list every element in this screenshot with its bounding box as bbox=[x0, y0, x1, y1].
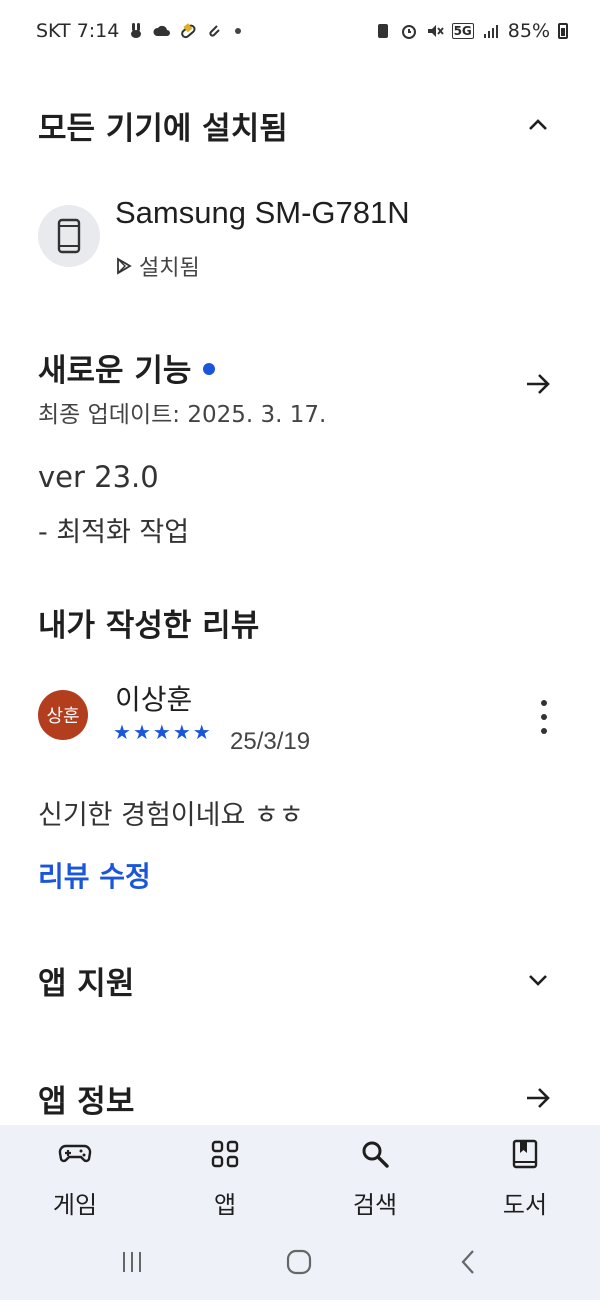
gamepad-icon bbox=[58, 1144, 92, 1163]
nav-label-search: 검색 bbox=[352, 1191, 398, 1219]
clip-icon bbox=[209, 25, 221, 37]
more-options-icon[interactable] bbox=[534, 700, 554, 734]
release-note: - 최적화 작업 bbox=[38, 517, 190, 548]
network-type: 5G bbox=[451, 23, 474, 39]
nav-label-books: 도서 bbox=[502, 1191, 548, 1219]
cloud-icon bbox=[153, 25, 171, 36]
star-icon: ★ bbox=[132, 720, 151, 744]
nav-label-apps: 앱 bbox=[213, 1191, 237, 1219]
rabbit-icon bbox=[131, 23, 142, 38]
new-indicator-dot bbox=[203, 362, 216, 375]
nav-item-games[interactable]: 게임 bbox=[15, 1135, 135, 1220]
battery-icon bbox=[558, 23, 568, 39]
apps-grid-icon bbox=[211, 1140, 239, 1168]
back-icon bbox=[461, 1250, 474, 1274]
review-text: 신기한 경험이네요 ㅎㅎ bbox=[38, 800, 304, 831]
device-name: Samsung SM-G781N bbox=[115, 195, 410, 230]
status-bar: SKT 7:14 5G 85% bbox=[0, 0, 600, 64]
reviewer-avatar: 상훈 bbox=[38, 690, 88, 740]
whats-new-label: 새로운 기능 bbox=[38, 353, 192, 389]
battery-percent: 85% bbox=[507, 20, 550, 42]
recent-apps-button[interactable] bbox=[112, 1245, 152, 1279]
nav-item-search[interactable]: 검색 bbox=[315, 1135, 435, 1220]
system-navigation bbox=[0, 1245, 600, 1285]
installed-section-title: 모든 기기에 설치됨 bbox=[38, 111, 288, 147]
search-icon bbox=[362, 1141, 389, 1168]
nav-item-apps[interactable]: 앱 bbox=[165, 1135, 285, 1220]
reviewer-name: 이상훈 bbox=[115, 683, 193, 716]
star-icon: ★ bbox=[152, 720, 171, 744]
review-date: 25/3/19 bbox=[230, 728, 311, 755]
my-review-title: 내가 작성한 리뷰 bbox=[38, 608, 260, 644]
pill-icon bbox=[181, 23, 196, 39]
play-store-icon bbox=[117, 257, 132, 275]
phone-icon bbox=[57, 218, 81, 254]
back-button[interactable] bbox=[448, 1245, 488, 1279]
last-updated: 최종 업데이트: 2025. 3. 17. bbox=[38, 402, 327, 428]
star-icon: ★ bbox=[113, 720, 131, 744]
alarm-icon bbox=[401, 25, 416, 39]
whats-new-title[interactable]: 새로운 기능 bbox=[38, 345, 216, 390]
star-icon: ★ bbox=[172, 720, 191, 744]
edit-review-link[interactable]: 리뷰 수정 bbox=[38, 855, 151, 895]
status-right: 5G 85% bbox=[374, 20, 568, 42]
home-icon bbox=[286, 1249, 312, 1275]
rating-stars: ★ ★ ★ ★ ★ bbox=[113, 722, 211, 742]
arrow-right-icon[interactable] bbox=[524, 370, 552, 398]
signal-icon bbox=[483, 25, 498, 38]
book-icon bbox=[512, 1139, 538, 1169]
home-button[interactable] bbox=[279, 1245, 319, 1279]
arrow-right-icon[interactable] bbox=[524, 1084, 552, 1112]
device-avatar bbox=[38, 205, 100, 267]
status-left: SKT 7:14 bbox=[36, 20, 242, 42]
carrier-time: SKT 7:14 bbox=[36, 20, 120, 42]
battery-saver-icon bbox=[377, 24, 388, 38]
app-info-title[interactable]: 앱 정보 bbox=[38, 1076, 134, 1121]
recent-apps-icon bbox=[123, 1252, 141, 1272]
notification-dot bbox=[235, 28, 242, 34]
mute-icon bbox=[427, 25, 444, 37]
device-status-label: 설치됨 bbox=[139, 256, 200, 281]
nav-label-games: 게임 bbox=[52, 1191, 98, 1219]
chevron-down-icon[interactable] bbox=[524, 966, 552, 994]
chevron-up-icon[interactable] bbox=[524, 111, 552, 139]
star-icon: ★ bbox=[192, 720, 211, 744]
nav-item-books[interactable]: 도서 bbox=[465, 1135, 585, 1220]
version-label: ver 23.0 bbox=[38, 460, 159, 494]
app-support-title[interactable]: 앱 지원 bbox=[38, 958, 134, 1003]
device-status: 설치됨 bbox=[115, 250, 200, 282]
